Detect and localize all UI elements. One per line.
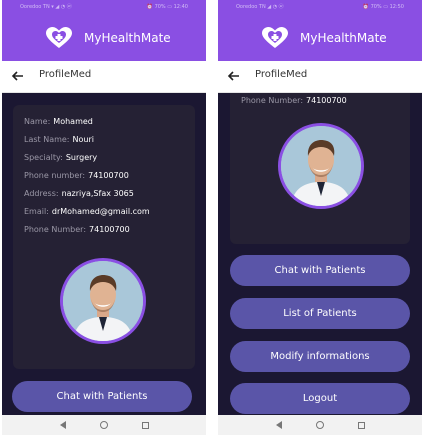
back-arrow-icon[interactable] bbox=[226, 68, 242, 84]
nav-recent-icon[interactable] bbox=[141, 421, 149, 429]
status-bar: Ooredoo TN ▾ ◢ ◔ ⓦ ⏰ 70% ▭ 12:40 bbox=[2, 0, 206, 14]
logout-button[interactable]: Logout bbox=[230, 383, 410, 414]
system-nav-bar bbox=[2, 415, 206, 435]
field-specialty: Specialty: Surgery bbox=[24, 153, 98, 162]
status-carrier: Ooredoo TN ▾ ◢ ◔ ⓦ bbox=[20, 4, 72, 10]
doctor-info-card: Name: Mohamed Last Name: Nouri Specialty: S… bbox=[13, 105, 195, 369]
status-carrier: Ooredoo TN ◢ ◔ ⓦ bbox=[236, 4, 284, 10]
brand: MyHealthMate bbox=[262, 26, 387, 50]
field-last-name: Last Name: Nouri bbox=[24, 135, 94, 144]
brand: MyHealthMate bbox=[46, 26, 171, 50]
nav-home-icon[interactable] bbox=[99, 421, 108, 429]
field-phone-number-2: Phone Number: 74100700 bbox=[241, 96, 347, 105]
nav-back-icon[interactable] bbox=[275, 421, 282, 429]
app-name: MyHealthMate bbox=[300, 31, 387, 45]
status-bar: Ooredoo TN ◢ ◔ ⓦ ⏰ 70% ▭ 12:50 bbox=[218, 0, 422, 14]
nav-recent-icon[interactable] bbox=[357, 421, 365, 429]
heart-logo-icon bbox=[46, 27, 72, 49]
doctor-avatar bbox=[60, 258, 146, 344]
list-of-patients-button[interactable]: List of Patients bbox=[230, 298, 410, 329]
back-arrow-icon[interactable] bbox=[10, 68, 26, 84]
doctor-info-card: Phone Number: 74100700 bbox=[230, 93, 410, 244]
app-bar: ProfileMed bbox=[218, 61, 422, 93]
field-address: Address: nazriya,Sfax 3065 bbox=[24, 189, 134, 198]
chat-with-patients-button[interactable]: Chat with Patients bbox=[230, 255, 410, 286]
profile-screen-scrolled: Ooredoo TN ◢ ◔ ⓦ ⏰ 70% ▭ 12:50 MyHealthM… bbox=[218, 0, 422, 435]
status-battery-time: ⏰ 70% ▭ 12:50 bbox=[362, 4, 404, 10]
field-phone-number: Phone number: 74100700 bbox=[24, 171, 129, 180]
profile-screen-top: Ooredoo TN ▾ ◢ ◔ ⓦ ⏰ 70% ▭ 12:40 MyHealt… bbox=[2, 0, 206, 435]
chat-with-patients-button[interactable]: Chat with Patients bbox=[12, 381, 192, 412]
nav-back-icon[interactable] bbox=[59, 421, 66, 429]
app-header: Ooredoo TN ◢ ◔ ⓦ ⏰ 70% ▭ 12:50 MyHealthM… bbox=[218, 0, 422, 61]
field-email: Email: drMohamed@gmail.com bbox=[24, 207, 150, 216]
page-title: ProfileMed bbox=[255, 69, 308, 80]
field-name: Name: Mohamed bbox=[24, 117, 93, 126]
app-name: MyHealthMate bbox=[84, 31, 171, 45]
modify-informations-button[interactable]: Modify informations bbox=[230, 341, 410, 372]
system-nav-bar bbox=[218, 415, 422, 435]
app-bar: ProfileMed bbox=[2, 61, 206, 93]
heart-logo-icon bbox=[262, 27, 288, 49]
profile-content: Phone Number: 74100700 Chat with Patients… bbox=[218, 93, 422, 415]
profile-content: Name: Mohamed Last Name: Nouri Specialty: S… bbox=[2, 93, 206, 415]
nav-home-icon[interactable] bbox=[315, 421, 324, 429]
field-phone-number-2: Phone Number: 74100700 bbox=[24, 225, 130, 234]
page-title: ProfileMed bbox=[39, 69, 92, 80]
status-battery-time: ⏰ 70% ▭ 12:40 bbox=[146, 4, 188, 10]
doctor-avatar bbox=[278, 123, 364, 209]
app-header: Ooredoo TN ▾ ◢ ◔ ⓦ ⏰ 70% ▭ 12:40 MyHealt… bbox=[2, 0, 206, 61]
